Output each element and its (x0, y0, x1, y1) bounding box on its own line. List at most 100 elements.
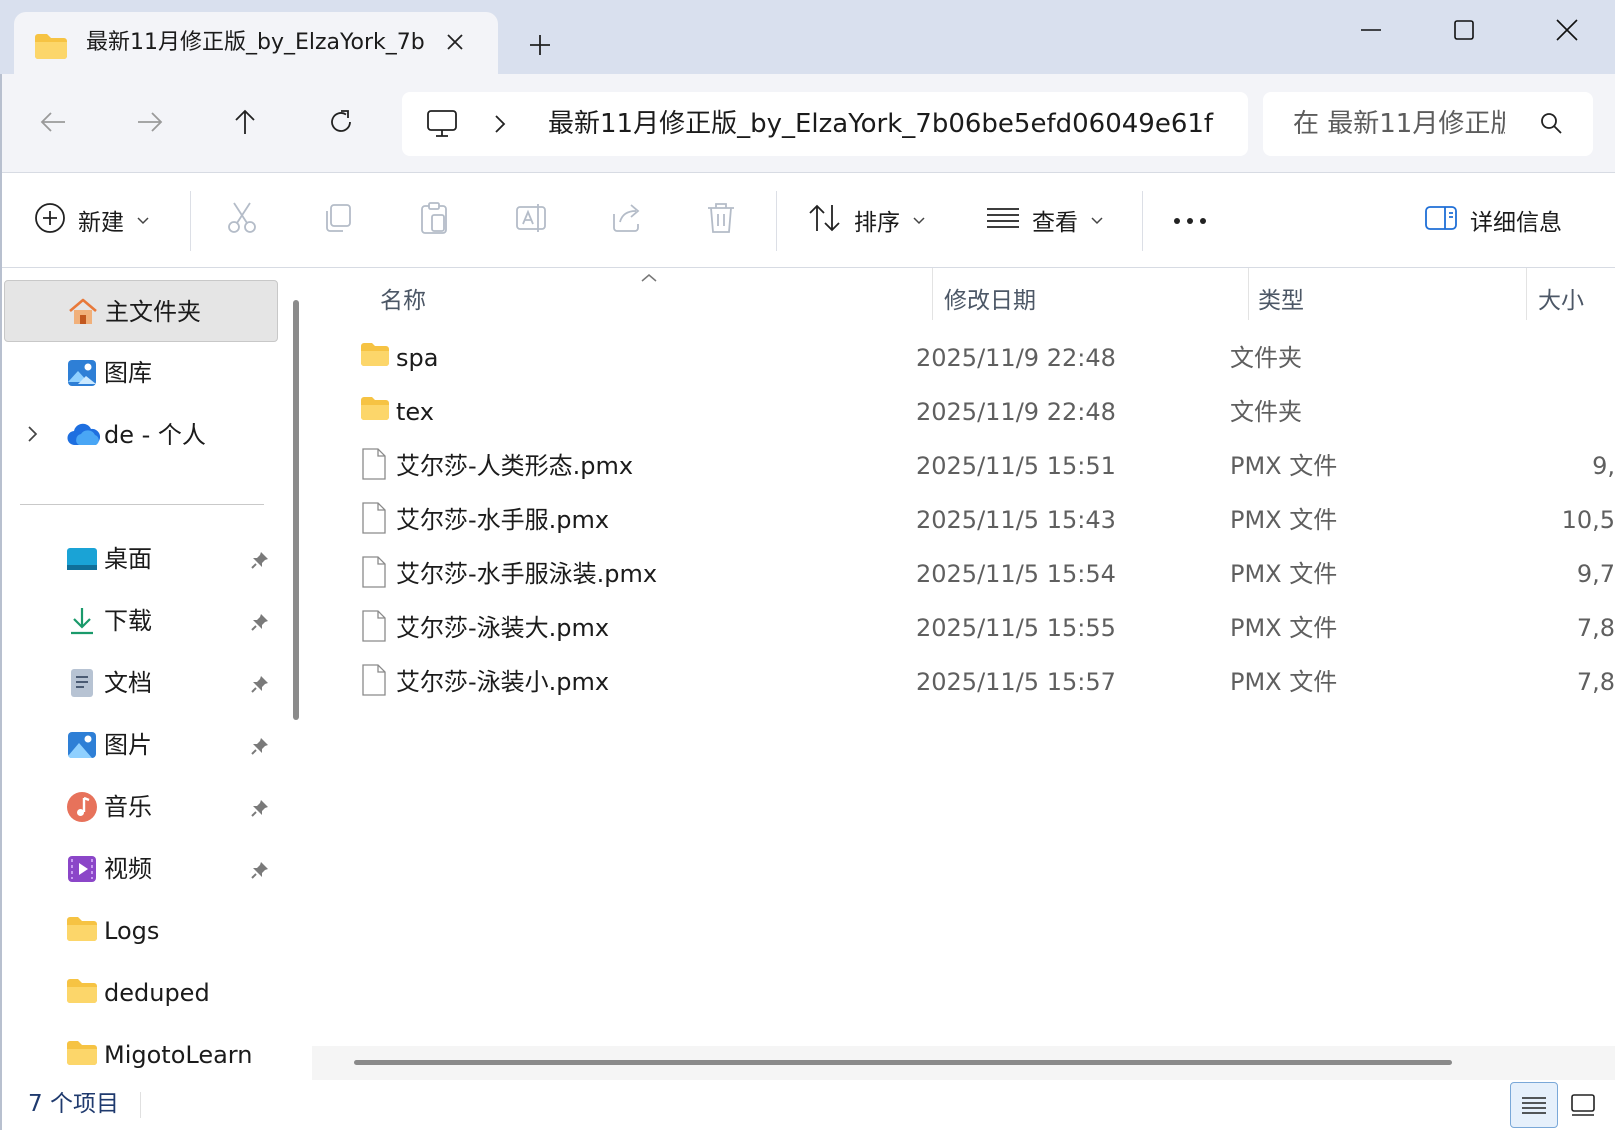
command-bar: 新建 排序 查看 详细信息 (0, 172, 1615, 268)
title-bar: 最新11月修正版_by_ElzaYork_7b06be5efd06049e61f (0, 0, 1615, 76)
maximize-icon[interactable] (1437, 8, 1491, 52)
minimize-icon[interactable] (1344, 8, 1398, 52)
pin-icon[interactable] (250, 798, 270, 822)
pin-icon[interactable] (250, 860, 270, 884)
horizontal-scrollbar-thumb[interactable] (354, 1060, 1452, 1065)
pin-icon[interactable] (250, 736, 270, 760)
close-window-icon[interactable] (1540, 8, 1594, 52)
file-type: 文件夹 (1230, 398, 1302, 426)
refresh-icon[interactable] (318, 99, 364, 145)
folder-icon (66, 1039, 98, 1071)
pin-icon[interactable] (250, 674, 270, 698)
column-divider[interactable] (1526, 268, 1527, 320)
horizontal-scrollbar[interactable] (312, 1046, 1615, 1080)
table-row[interactable]: 艾尔莎-人类形态.pmx 2025/11/5 15:51 PMX 文件 9, (312, 440, 1615, 494)
column-header-size[interactable]: 大小 (1538, 278, 1584, 324)
scissors-icon (226, 201, 258, 239)
sidebar-item-label: deduped (104, 979, 210, 1007)
chevron-down-icon (1090, 211, 1104, 230)
breadcrumb-chevron-icon[interactable] (492, 112, 508, 140)
cut-button[interactable] (226, 197, 258, 243)
table-row[interactable]: 艾尔莎-水手服.pmx 2025/11/5 15:43 PMX 文件 10,5 (312, 494, 1615, 548)
table-row[interactable]: 艾尔莎-泳装小.pmx 2025/11/5 15:57 PMX 文件 7,8 (312, 656, 1615, 710)
details-pane-icon (1424, 204, 1458, 236)
new-tab-icon[interactable] (522, 27, 558, 63)
column-divider[interactable] (932, 268, 933, 320)
sort-button[interactable]: 排序 (808, 197, 926, 243)
sidebar-item-migotolearn[interactable]: MigotoLearn (4, 1024, 278, 1080)
table-row[interactable]: 艾尔莎-水手服泳装.pmx 2025/11/5 15:54 PMX 文件 9,7 (312, 548, 1615, 602)
new-button[interactable]: 新建 (34, 197, 150, 243)
file-name: 艾尔莎-泳装小.pmx (396, 668, 610, 696)
file-date: 2025/11/5 15:55 (916, 614, 1116, 642)
copy-button[interactable] (322, 197, 354, 243)
folder-icon (66, 977, 98, 1009)
table-row[interactable]: tex 2025/11/9 22:48 文件夹 (312, 386, 1615, 440)
column-header-name[interactable]: 名称 (380, 278, 426, 324)
file-size: 9,7 (1576, 560, 1615, 588)
sidebar-item-home[interactable]: 主文件夹 (4, 280, 278, 342)
chevron-right-icon[interactable] (26, 423, 40, 449)
table-row[interactable]: spa 2025/11/9 22:48 文件夹 (312, 332, 1615, 386)
list-view-icon (986, 206, 1020, 234)
details-view-button[interactable] (1510, 1082, 1558, 1128)
file-icon (362, 610, 386, 646)
file-date: 2025/11/9 22:48 (916, 344, 1116, 372)
search-icon[interactable] (1539, 111, 1563, 139)
this-pc-icon[interactable] (426, 107, 458, 143)
folder-icon (360, 396, 390, 426)
sidebar-item-deduped[interactable]: deduped (4, 962, 278, 1024)
sidebar-item-onedrive[interactable]: de - 个人 (4, 404, 278, 466)
sidebar-scrollbar[interactable] (293, 300, 299, 720)
close-tab-icon[interactable] (438, 25, 472, 59)
sidebar-item-videos[interactable]: 视频 (4, 838, 278, 900)
file-name: 艾尔莎-水手服.pmx (396, 506, 610, 534)
pin-icon[interactable] (250, 612, 270, 636)
pin-icon[interactable] (250, 550, 270, 574)
file-name: spa (396, 344, 439, 372)
file-date: 2025/11/9 22:48 (916, 398, 1116, 426)
file-type: PMX 文件 (1230, 506, 1338, 534)
sidebar-item-music[interactable]: 音乐 (4, 776, 278, 838)
item-count: 7 个项目 (28, 1091, 119, 1117)
view-button-label: 查看 (1032, 210, 1078, 236)
explorer-tab[interactable]: 最新11月修正版_by_ElzaYork_7b06be5efd06049e61f (14, 12, 498, 76)
sidebar-item-desktop[interactable]: 桌面 (4, 528, 278, 590)
more-options-button[interactable] (1172, 197, 1208, 243)
sidebar-item-label: 文档 (104, 669, 152, 697)
large-icons-view-button[interactable] (1560, 1082, 1606, 1128)
forward-arrow-icon[interactable] (127, 99, 173, 145)
search-box[interactable]: 在 最新11月修正版_by_ElzaYork_7b06be5efd06049e6… (1263, 92, 1593, 156)
folder-icon (360, 342, 390, 372)
sidebar-item-logs[interactable]: Logs (4, 900, 278, 962)
table-row[interactable]: 艾尔莎-泳装大.pmx 2025/11/5 15:55 PMX 文件 7,8 (312, 602, 1615, 656)
file-icon (362, 448, 386, 484)
details-pane-button[interactable]: 详细信息 (1424, 197, 1562, 243)
chevron-down-icon (912, 211, 926, 230)
share-button[interactable] (610, 197, 644, 243)
home-icon (67, 296, 99, 328)
details-pane-label: 详细信息 (1470, 210, 1562, 236)
sidebar-item-documents[interactable]: 文档 (4, 652, 278, 714)
column-header-date[interactable]: 修改日期 (944, 278, 1036, 324)
sidebar-item-gallery[interactable]: 图库 (4, 342, 278, 404)
search-input[interactable]: 在 最新11月修正版_by_ElzaYork_7b06be5efd06049e6… (1293, 107, 1505, 141)
file-date: 2025/11/5 15:57 (916, 668, 1116, 696)
paste-button[interactable] (418, 197, 450, 243)
back-arrow-icon[interactable] (30, 99, 76, 145)
view-button[interactable]: 查看 (986, 197, 1104, 243)
file-size: 10,5 (1561, 506, 1615, 534)
delete-button[interactable] (706, 197, 736, 243)
breadcrumb-path[interactable]: 最新11月修正版_by_ElzaYork_7b06be5efd06049e61f (548, 107, 1228, 141)
address-bar[interactable]: 最新11月修正版_by_ElzaYork_7b06be5efd06049e61f (402, 92, 1248, 156)
sort-ascending-icon (640, 268, 658, 287)
column-header-type[interactable]: 类型 (1258, 278, 1304, 324)
toolbar-separator (190, 191, 191, 251)
sidebar-item-pictures[interactable]: 图片 (4, 714, 278, 776)
rename-button[interactable] (514, 197, 548, 243)
sidebar-item-downloads[interactable]: 下载 (4, 590, 278, 652)
window-edge (0, 74, 2, 1130)
column-divider[interactable] (1248, 268, 1249, 320)
sidebar-item-label: 视频 (104, 855, 152, 883)
up-arrow-icon[interactable] (222, 99, 268, 145)
